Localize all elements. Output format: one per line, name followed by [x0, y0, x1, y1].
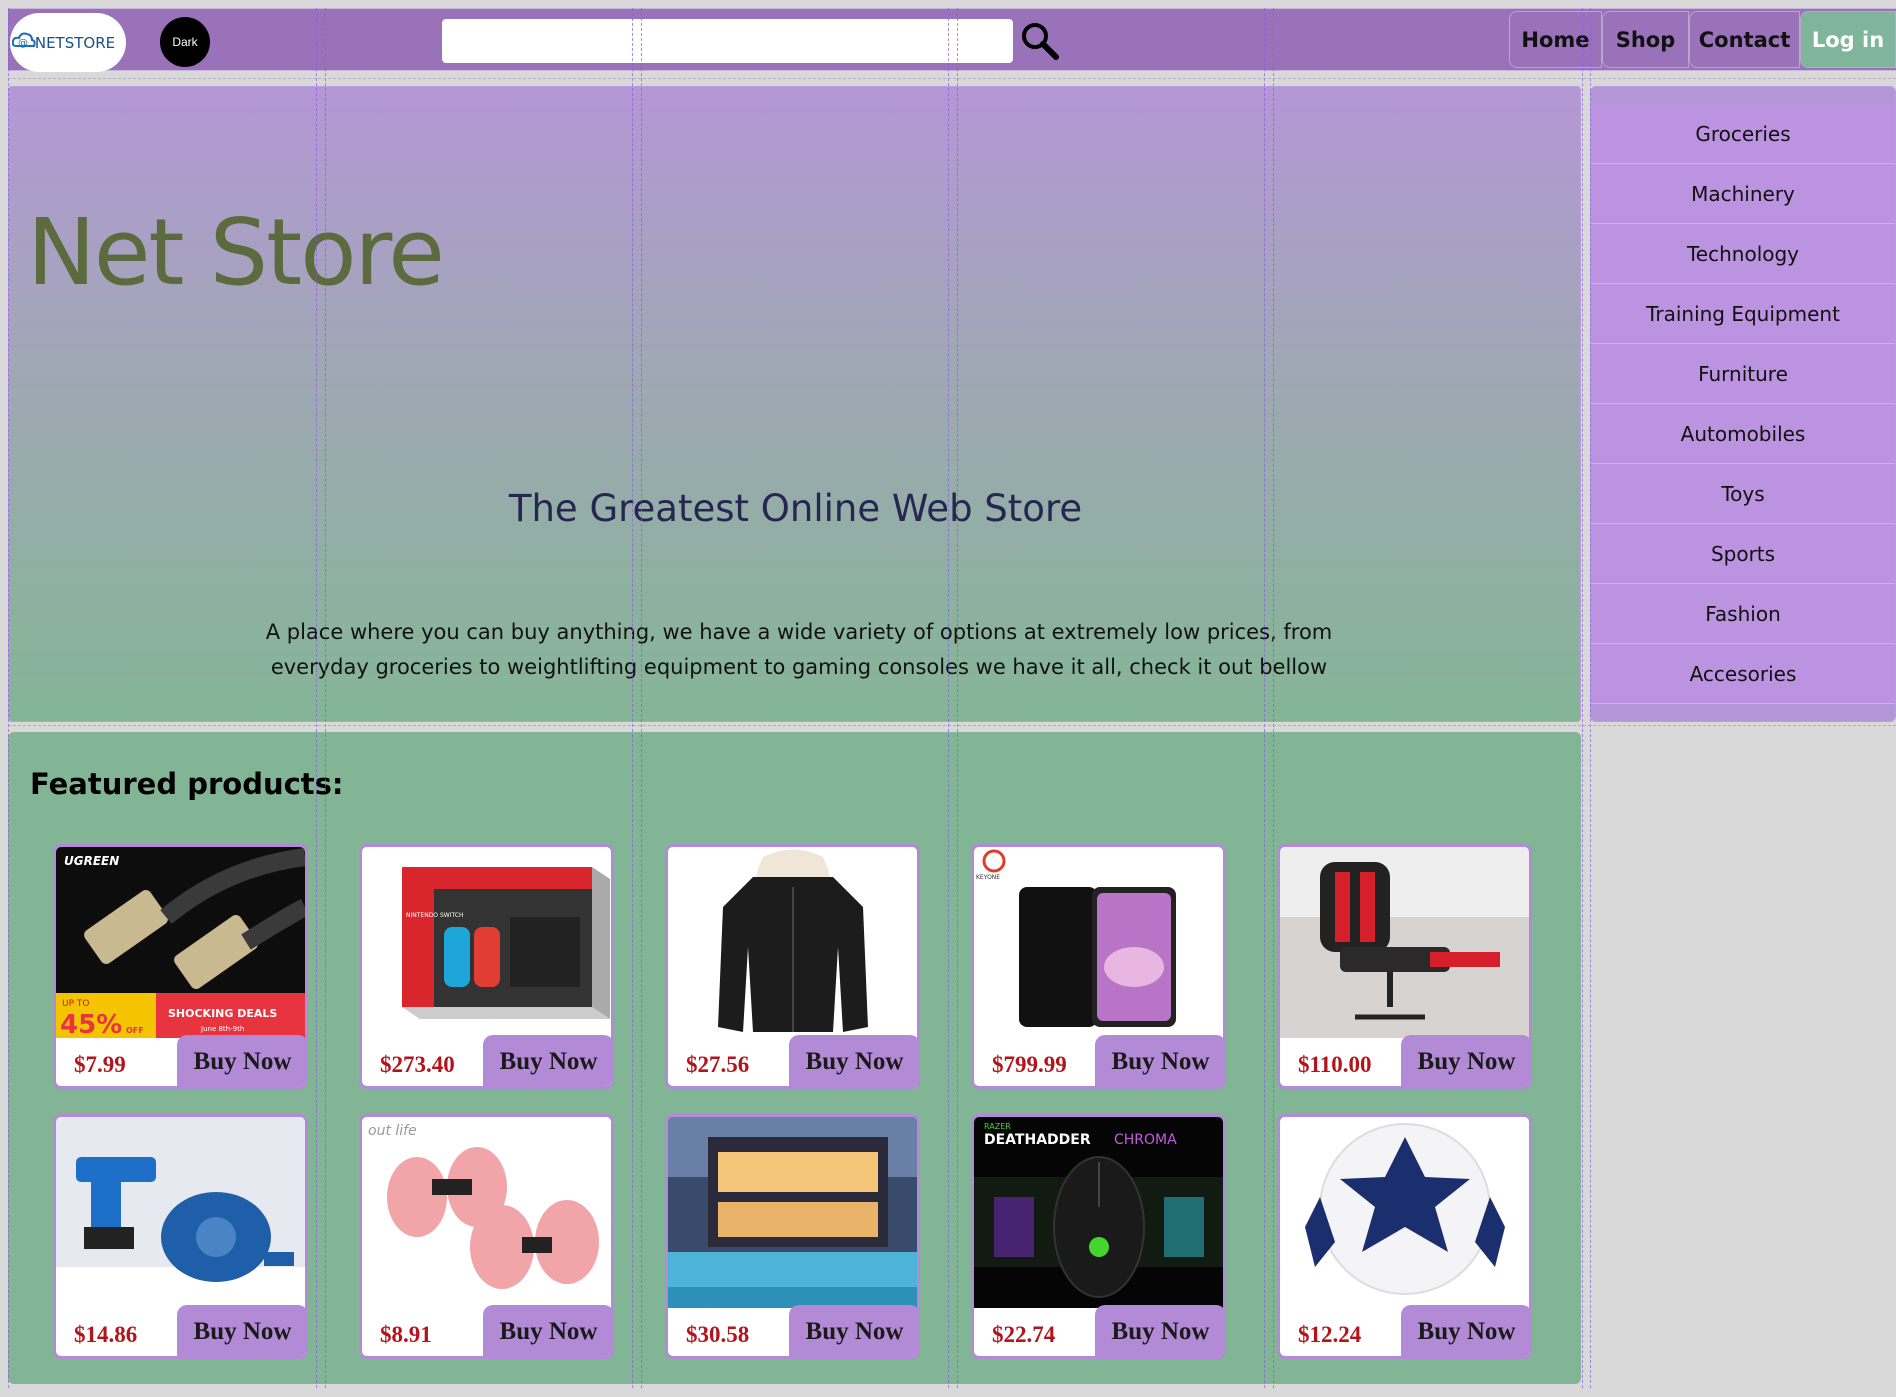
image-text: CHROMA — [1114, 1132, 1177, 1148]
image-text: NINTENDO SWITCH — [406, 912, 463, 919]
buy-now-button[interactable]: Buy Now — [789, 1035, 917, 1086]
image-text: SHOCKING DEALS — [168, 1007, 277, 1020]
search-icon[interactable] — [1020, 21, 1060, 61]
layout-guide — [8, 78, 1896, 79]
product-image-black-jacket — [668, 847, 917, 1038]
category-toys[interactable]: Toys — [1591, 464, 1895, 524]
product-card[interactable]: UGREEN UP TO 45% OFF SHOCKING DEALS June… — [53, 844, 308, 1089]
category-furniture[interactable]: Furniture — [1591, 344, 1895, 404]
product-card[interactable]: $12.24 Buy Now — [1277, 1114, 1532, 1359]
product-card[interactable]: $14.86 Buy Now — [53, 1114, 308, 1359]
product-image-gaming-mouse: RAZER DEATHADDER CHROMA — [974, 1117, 1223, 1308]
buy-now-button[interactable]: Buy Now — [1095, 1305, 1223, 1356]
category-sports[interactable]: Sports — [1591, 524, 1895, 584]
buy-now-button[interactable]: Buy Now — [789, 1305, 917, 1356]
product-card[interactable]: RAZER DEATHADDER CHROMA $22.74 Buy Now — [971, 1114, 1226, 1359]
search-input[interactable] — [442, 19, 1013, 63]
svg-text:@: @ — [18, 38, 28, 49]
hero-banner: Net Store The Greatest Online Web Store … — [8, 86, 1581, 722]
product-image-gaming-chair — [1280, 847, 1529, 1038]
product-card[interactable]: $30.58 Buy Now — [665, 1114, 920, 1359]
product-image-water-pump-drill — [56, 1117, 305, 1308]
category-fashion[interactable]: Fashion — [1591, 584, 1895, 644]
cloud-at-icon: @ — [12, 32, 36, 49]
login-button[interactable]: Log in — [1800, 11, 1896, 68]
product-image-nintendo-switch: NINTENDO SWITCH — [362, 847, 611, 1038]
buy-now-button[interactable]: Buy Now — [483, 1305, 611, 1356]
product-card[interactable]: out life $8.91 Buy Now — [359, 1114, 614, 1359]
product-price: $273.40 — [380, 1052, 455, 1077]
main-nav: Home Shop Contact Log in — [1509, 11, 1896, 70]
featured-title: Featured products: — [30, 767, 344, 801]
product-card[interactable]: $27.56 Buy Now — [665, 844, 920, 1089]
product-card[interactable]: NINTENDO SWITCH $273.40 Buy Now — [359, 844, 614, 1089]
image-text: KEYONE — [976, 874, 1000, 881]
buy-now-button[interactable]: Buy Now — [483, 1035, 611, 1086]
buy-now-button[interactable]: Buy Now — [177, 1035, 305, 1086]
product-image-house-pool — [668, 1117, 917, 1308]
product-image-smartphone: KEYONE — [974, 847, 1223, 1038]
image-text: UGREEN — [64, 854, 119, 868]
category-sidebar: Groceries Machinery Technology Training … — [1590, 86, 1896, 722]
buy-now-button[interactable]: Buy Now — [1095, 1035, 1223, 1086]
buy-now-button[interactable]: Buy Now — [177, 1305, 305, 1356]
dark-mode-button[interactable]: Dark — [160, 17, 210, 67]
nav-home[interactable]: Home — [1509, 11, 1602, 68]
product-price: $110.00 — [1298, 1052, 1372, 1077]
product-price: $8.91 — [380, 1322, 432, 1347]
product-image-hdmi-cable: UGREEN UP TO 45% OFF SHOCKING DEALS June… — [56, 847, 305, 1038]
product-price: $14.86 — [74, 1322, 138, 1347]
logo-text: NETSTORE — [34, 33, 116, 52]
layout-guide — [1582, 8, 1583, 1388]
product-price: $12.24 — [1298, 1322, 1362, 1347]
image-text: 45% — [60, 1010, 122, 1038]
image-text: DEATHADDER — [984, 1132, 1091, 1148]
category-automobiles[interactable]: Automobiles — [1591, 404, 1895, 464]
product-card[interactable]: $110.00 Buy Now — [1277, 844, 1532, 1089]
nav-shop[interactable]: Shop — [1602, 11, 1689, 68]
product-price: $27.56 — [686, 1052, 750, 1077]
product-price: $30.58 — [686, 1322, 750, 1347]
product-price: $22.74 — [992, 1322, 1056, 1347]
featured-products-section: Featured products: UGREEN UP TO 45% OFF … — [8, 732, 1581, 1384]
hero-subtitle: The Greatest Online Web Store — [508, 487, 1083, 530]
category-training-equipment[interactable]: Training Equipment — [1591, 284, 1895, 344]
image-text: RAZER — [984, 1122, 1011, 1131]
nav-contact[interactable]: Contact — [1689, 11, 1800, 68]
hero-description: A place where you can buy anything, we h… — [265, 620, 1333, 679]
hero-title: Net Store — [27, 199, 445, 306]
product-price: $7.99 — [74, 1052, 126, 1077]
category-accesories[interactable]: Accesories — [1591, 644, 1895, 704]
image-text: OFF — [126, 1026, 144, 1035]
category-technology[interactable]: Technology — [1591, 224, 1895, 284]
image-text: June 8th-9th — [200, 1025, 244, 1033]
product-image-soccer-ball — [1280, 1117, 1529, 1308]
site-logo[interactable]: @ NETSTORE — [10, 13, 126, 72]
buy-now-button[interactable]: Buy Now — [1401, 1305, 1529, 1356]
buy-now-button[interactable]: Buy Now — [1401, 1035, 1529, 1086]
image-text: out life — [368, 1123, 417, 1139]
product-card[interactable]: KEYONE $799.99 Buy Now — [971, 844, 1226, 1089]
product-image-foam-dumbbells: out life — [362, 1117, 611, 1308]
layout-guide — [8, 725, 1896, 726]
product-price: $799.99 — [992, 1052, 1067, 1077]
category-groceries[interactable]: Groceries — [1591, 104, 1895, 164]
image-text: UP TO — [62, 999, 89, 1009]
top-navbar: @ NETSTORE Dark Home Shop Contact Log in — [8, 8, 1896, 72]
category-machinery[interactable]: Machinery — [1591, 164, 1895, 224]
